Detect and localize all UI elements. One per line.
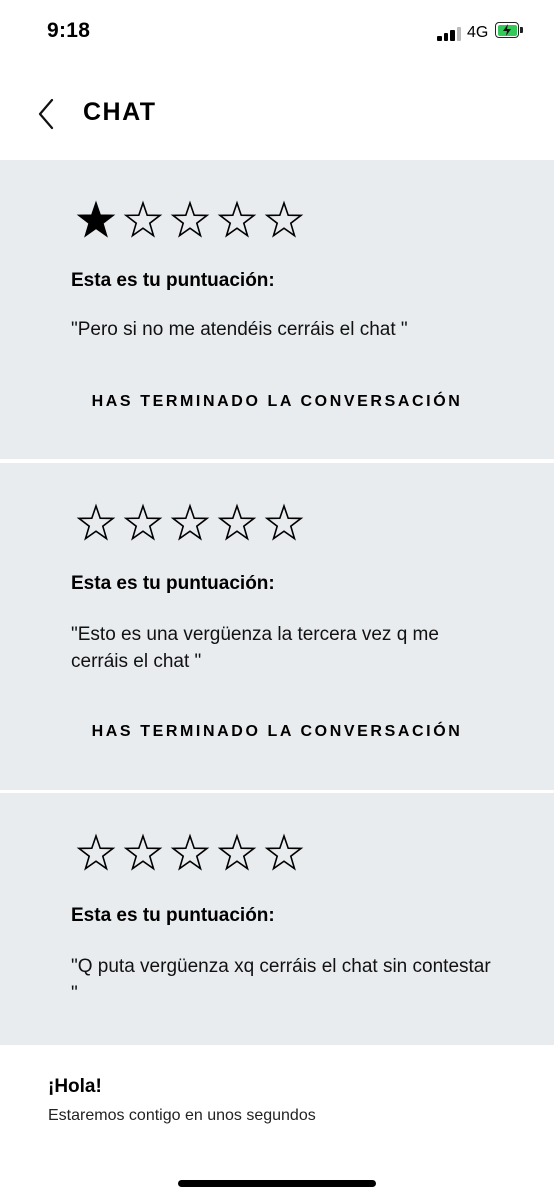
star-outline-icon — [76, 833, 123, 873]
star-outline-icon — [264, 200, 311, 240]
star-outline-icon — [217, 833, 264, 873]
star-outline-icon — [123, 833, 170, 873]
comment-text: "Pero si no me atendéis cerráis el chat … — [71, 319, 408, 340]
rating-card: Esta es tu puntuación: "Esto es una verg… — [0, 463, 554, 790]
comment-text: "Esto es una vergüenza la tercera vez q … — [71, 624, 439, 672]
greeting-title: ¡Hola! — [48, 1076, 102, 1097]
chat-footer: ¡Hola! Estaremos contigo en unos segundo… — [0, 1045, 554, 1200]
star-outline-icon — [264, 503, 311, 543]
conversation-ended-label: HAS TERMINADO LA CONVERSACIÓN — [91, 393, 463, 410]
network-type: 4G — [467, 24, 489, 41]
star-outline-icon — [170, 503, 217, 543]
home-indicator[interactable] — [178, 1180, 376, 1187]
star-outline-icon — [217, 503, 264, 543]
score-label: Esta es tu puntuación: — [71, 573, 275, 594]
star-rating — [76, 200, 311, 240]
rating-card: Esta es tu puntuación: "Pero si no me at… — [0, 160, 554, 459]
star-rating — [76, 833, 311, 873]
comment-text: "Q puta vergüenza xq cerráis el chat sin… — [71, 956, 491, 1004]
star-outline-icon — [264, 833, 311, 873]
signal-icon — [437, 27, 463, 41]
score-label: Esta es tu puntuación: — [71, 905, 275, 926]
star-outline-icon — [217, 200, 264, 240]
score-label: Esta es tu puntuación: — [71, 270, 275, 291]
rating-card: Esta es tu puntuación: "Q puta vergüenza… — [0, 793, 554, 1045]
star-outline-icon — [170, 833, 217, 873]
star-filled-icon — [76, 200, 123, 240]
status-time: 9:18 — [47, 19, 91, 42]
star-outline-icon — [170, 200, 217, 240]
star-outline-icon — [76, 503, 123, 543]
star-rating — [76, 503, 311, 543]
star-outline-icon — [123, 200, 170, 240]
page-title: CHAT — [83, 98, 157, 126]
status-bar: 9:18 4G — [0, 0, 554, 66]
conversation-ended-label: HAS TERMINADO LA CONVERSACIÓN — [91, 723, 463, 740]
star-outline-icon — [123, 503, 170, 543]
back-button[interactable] — [30, 94, 64, 134]
chevron-left-icon — [38, 98, 54, 130]
header: CHAT — [0, 66, 554, 160]
greeting-subtitle: Estaremos contigo en unos segundos — [48, 1107, 316, 1124]
battery-icon — [495, 22, 523, 40]
